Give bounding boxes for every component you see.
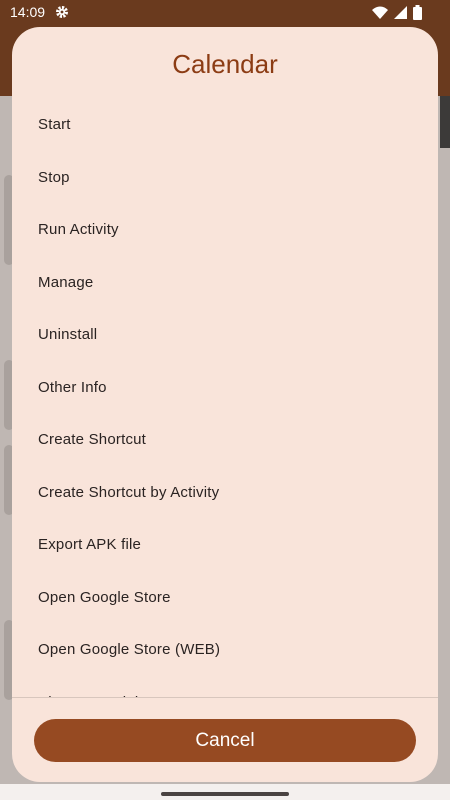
status-time: 14:09 [10,4,46,20]
menu-item-open-google-store[interactable]: Open Google Store [12,572,438,625]
home-gesture-pill[interactable] [161,792,289,796]
divider [12,697,438,698]
wifi-icon [372,6,388,22]
menu-item-create-shortcut-by-activity[interactable]: Create Shortcut by Activity [12,467,438,520]
menu-item-uninstall[interactable]: Uninstall [12,309,438,362]
app-options-dialog: Calendar Start Stop Run Activity Manage … [12,27,438,782]
menu-item-open-google-store-web[interactable]: Open Google Store (WEB) [12,624,438,677]
menu-item-create-shortcut[interactable]: Create Shortcut [12,414,438,467]
menu-item-start[interactable]: Start [12,99,438,152]
menu-item-run-activity[interactable]: Run Activity [12,204,438,257]
cancel-button[interactable]: Cancel [34,719,416,762]
status-bar: 14:09 [0,0,450,26]
menu-item-stop[interactable]: Stop [12,152,438,205]
battery-icon [413,5,422,23]
menu-item-share-app-link[interactable]: Share App Link [12,677,438,698]
menu-item-manage[interactable]: Manage [12,257,438,310]
signal-icon [394,6,407,22]
menu-list[interactable]: Start Stop Run Activity Manage Uninstall… [12,99,438,697]
menu-item-export-apk[interactable]: Export APK file [12,519,438,572]
menu-item-other-info[interactable]: Other Info [12,362,438,415]
dialog-title: Calendar [172,49,278,79]
scrollbar[interactable] [440,96,450,148]
gear-icon [55,5,69,22]
